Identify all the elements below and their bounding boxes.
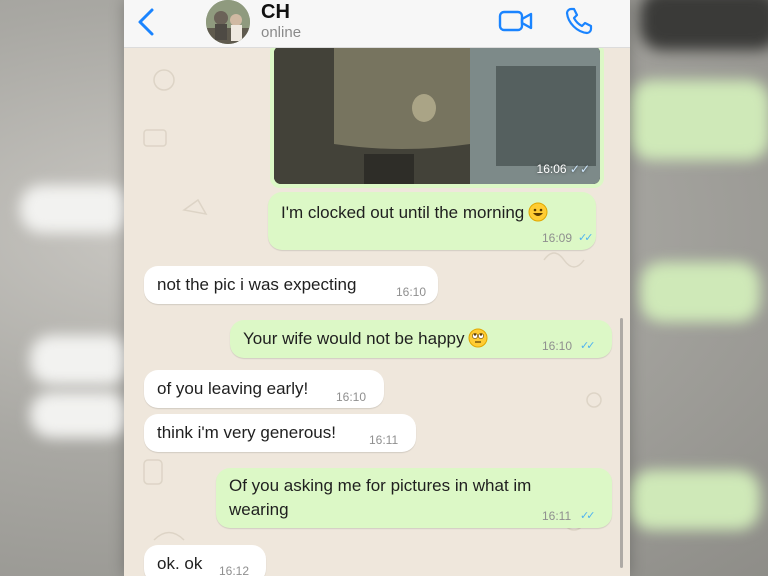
message-text: ok. ok <box>157 554 203 573</box>
incoming-message[interactable]: of you leaving early! 16:10 <box>144 370 384 408</box>
blurred-bubble <box>20 185 130 233</box>
message-text: of you leaving early! <box>157 379 309 398</box>
avatar[interactable] <box>206 0 250 44</box>
incoming-message[interactable]: ok. ok 16:12 <box>144 545 266 576</box>
blurred-photo-fragment <box>640 0 768 50</box>
chevron-left-icon <box>138 8 154 36</box>
blurred-bubble <box>640 262 760 322</box>
incoming-message[interactable]: think i'm very generous! 16:11 <box>144 414 416 452</box>
message-time: 16:10 <box>542 339 573 353</box>
read-receipt-icon: ✓✓ <box>580 510 596 522</box>
contact-photo <box>206 0 250 44</box>
message-time: 16:06 ✓✓ <box>536 162 590 176</box>
contact-name[interactable]: CH <box>261 1 290 24</box>
back-button[interactable] <box>134 6 162 38</box>
blurred-bubble <box>630 80 768 160</box>
video-camera-icon <box>498 10 533 32</box>
read-receipt-icon: ✓✓ <box>578 232 594 244</box>
contact-status: online <box>261 24 302 41</box>
chat-header: CH online <box>124 0 630 48</box>
outgoing-message[interactable]: Your wife would not be happy 16:10 ✓✓ <box>230 320 612 358</box>
blurred-bubble <box>30 392 130 438</box>
voice-call-button[interactable] <box>564 6 594 36</box>
chat-screen: CH online 16:06 ✓✓ I'm clocked out until… <box>124 0 630 576</box>
message-text: Of you asking me for pictures in what im… <box>229 476 532 519</box>
message-text: not the pic i was expecting <box>157 275 357 294</box>
message-time: 16:09 <box>542 231 573 245</box>
video-call-button[interactable] <box>498 8 534 34</box>
photo-message[interactable]: 16:06 ✓✓ <box>270 42 604 188</box>
message-time: 16:12 <box>219 564 250 576</box>
photo-attachment[interactable]: 16:06 ✓✓ <box>274 46 600 184</box>
blurred-bubble <box>30 335 130 385</box>
message-time: 16:11 <box>369 433 399 447</box>
incoming-message[interactable]: not the pic i was expecting 16:10 <box>144 266 438 304</box>
outgoing-message[interactable]: I'm clocked out until the morning 16:09 … <box>268 192 596 250</box>
message-text: Your wife would not be happy <box>243 327 488 351</box>
blurred-bubble <box>630 470 760 530</box>
rolling-eyes-emoji <box>468 328 488 348</box>
message-time: 16:10 <box>396 285 427 299</box>
phone-icon <box>565 7 593 35</box>
message-time: 16:11 <box>542 509 572 523</box>
scrollbar[interactable] <box>620 318 623 568</box>
grinning-face-emoji <box>528 202 548 222</box>
message-text: think i'm very generous! <box>157 423 336 442</box>
read-receipt-icon: ✓✓ <box>580 340 596 352</box>
message-text: I'm clocked out until the morning <box>281 201 548 225</box>
outgoing-message[interactable]: Of you asking me for pictures in what im… <box>216 468 612 528</box>
message-time: 16:10 <box>336 390 367 404</box>
